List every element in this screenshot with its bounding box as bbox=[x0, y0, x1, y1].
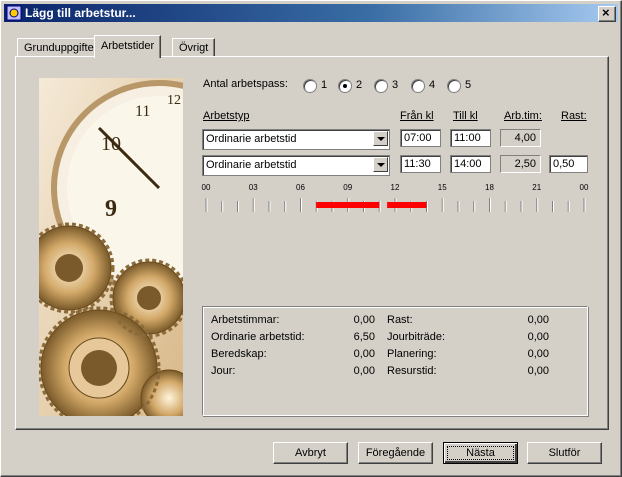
close-icon: × bbox=[602, 5, 610, 20]
cancel-button[interactable]: Avbryt bbox=[273, 442, 348, 464]
tab-ovrigt[interactable]: Övrigt bbox=[172, 38, 216, 57]
title-bar[interactable]: Lägg till arbetstur... × bbox=[4, 4, 618, 22]
tab-panel bbox=[15, 56, 609, 430]
close-button[interactable]: × bbox=[598, 6, 616, 22]
finish-button[interactable]: Slutför bbox=[527, 442, 602, 464]
window-title: Lägg till arbetstur... bbox=[25, 6, 136, 20]
tab-grunduppgifter[interactable]: Grunduppgifter bbox=[17, 38, 105, 57]
focus-rect bbox=[447, 446, 514, 460]
next-button[interactable]: Nästa bbox=[443, 442, 518, 464]
app-icon bbox=[6, 5, 22, 21]
tab-arbetstider[interactable]: Arbetstider bbox=[94, 35, 162, 58]
previous-button[interactable]: Föregående bbox=[358, 442, 433, 464]
